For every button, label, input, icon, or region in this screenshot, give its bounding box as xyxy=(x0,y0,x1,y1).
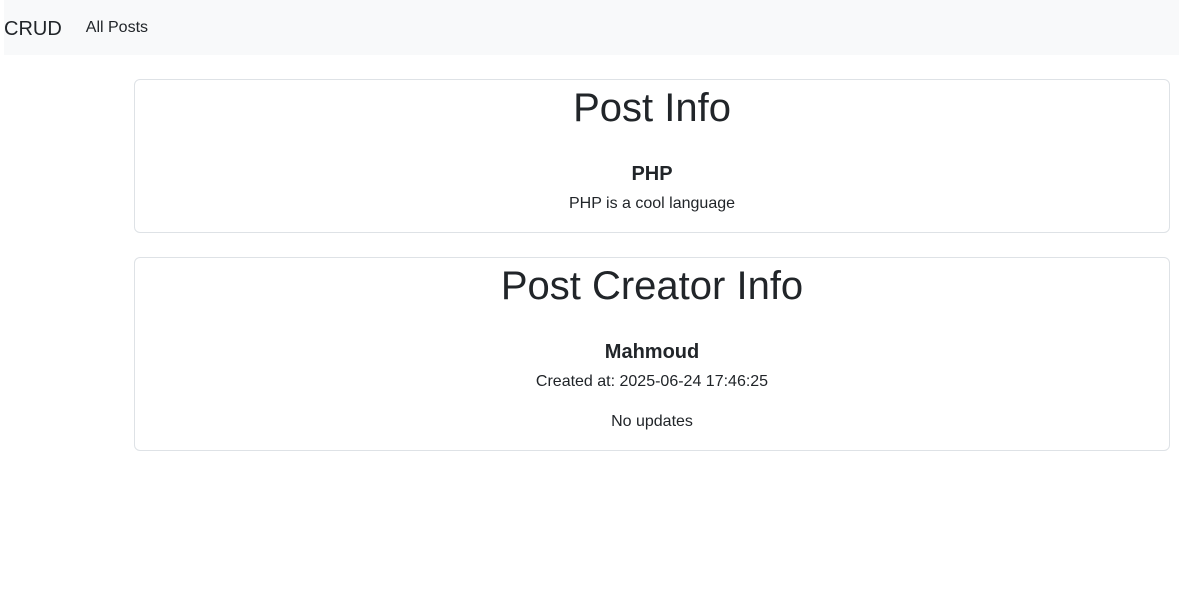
navbar-brand[interactable]: CRUD xyxy=(4,17,62,39)
nav-link-all-posts[interactable]: All Posts xyxy=(86,18,148,37)
created-at-text: Created at: 2025-06-24 17:46:25 xyxy=(535,373,769,390)
post-info-card: Post Info PHP PHP is a cool language xyxy=(134,79,1170,233)
post-info-heading: Post Info xyxy=(573,86,731,130)
post-creator-heading: Post Creator Info xyxy=(500,264,804,308)
post-title: PHP xyxy=(631,163,673,185)
post-description: PHP is a cool language xyxy=(568,195,736,212)
updated-at-text: No updates xyxy=(611,413,693,430)
top-navbar: CRUD All Posts xyxy=(4,0,1179,55)
creator-name: Mahmoud xyxy=(604,341,700,363)
post-creator-card: Post Creator Info Mahmoud Created at: 20… xyxy=(134,257,1170,451)
